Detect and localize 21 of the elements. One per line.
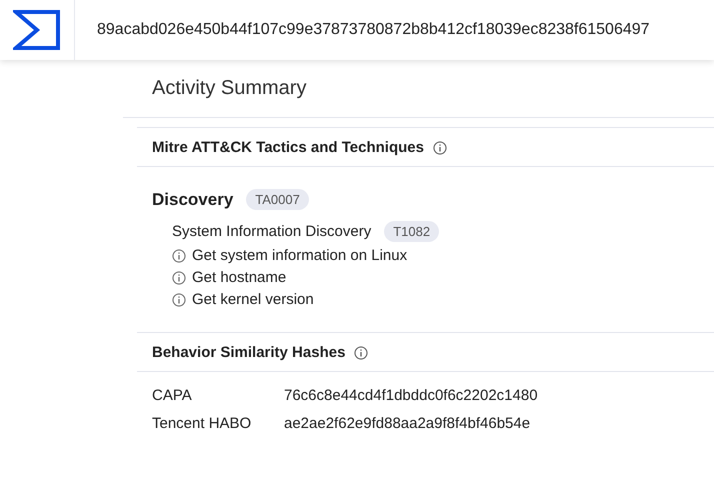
info-icon[interactable] <box>172 292 186 306</box>
technique-id-tag: T1082 <box>384 221 440 242</box>
section-title: Behavior Similarity Hashes <box>152 344 346 361</box>
behavior-text: Get hostname <box>192 269 286 286</box>
hash-name: Tencent HABO <box>152 414 252 432</box>
logo-icon[interactable] <box>13 9 61 51</box>
info-icon[interactable] <box>432 140 447 154</box>
info-icon[interactable] <box>172 270 186 284</box>
page-title: Activity Summary <box>152 77 306 99</box>
info-icon[interactable] <box>354 346 368 360</box>
section-title: Mitre ATT&CK Tactics and Techniques <box>152 139 424 156</box>
technique-name: System Information Discovery <box>172 223 372 240</box>
file-hash-title: 89acabd026e450b44f107c99e37873780872b8b412cf18039ec8238f61506497 <box>97 21 650 39</box>
behavior-text: Get kernel version <box>192 291 314 308</box>
info-icon[interactable] <box>172 248 186 262</box>
tactic-id-tag: TA0007 <box>246 189 309 210</box>
hash-name: CAPA <box>152 386 193 404</box>
hash-value: 76c6c8e44cd4f1dbddc0f6c2202c1480 <box>284 386 538 404</box>
tactic-name: Discovery <box>152 190 234 210</box>
hash-value: ae2ae2f62e9fd88aa2a9f8f4bf46b54e <box>284 414 530 432</box>
behavior-text: Get system information on Linux <box>192 247 408 264</box>
